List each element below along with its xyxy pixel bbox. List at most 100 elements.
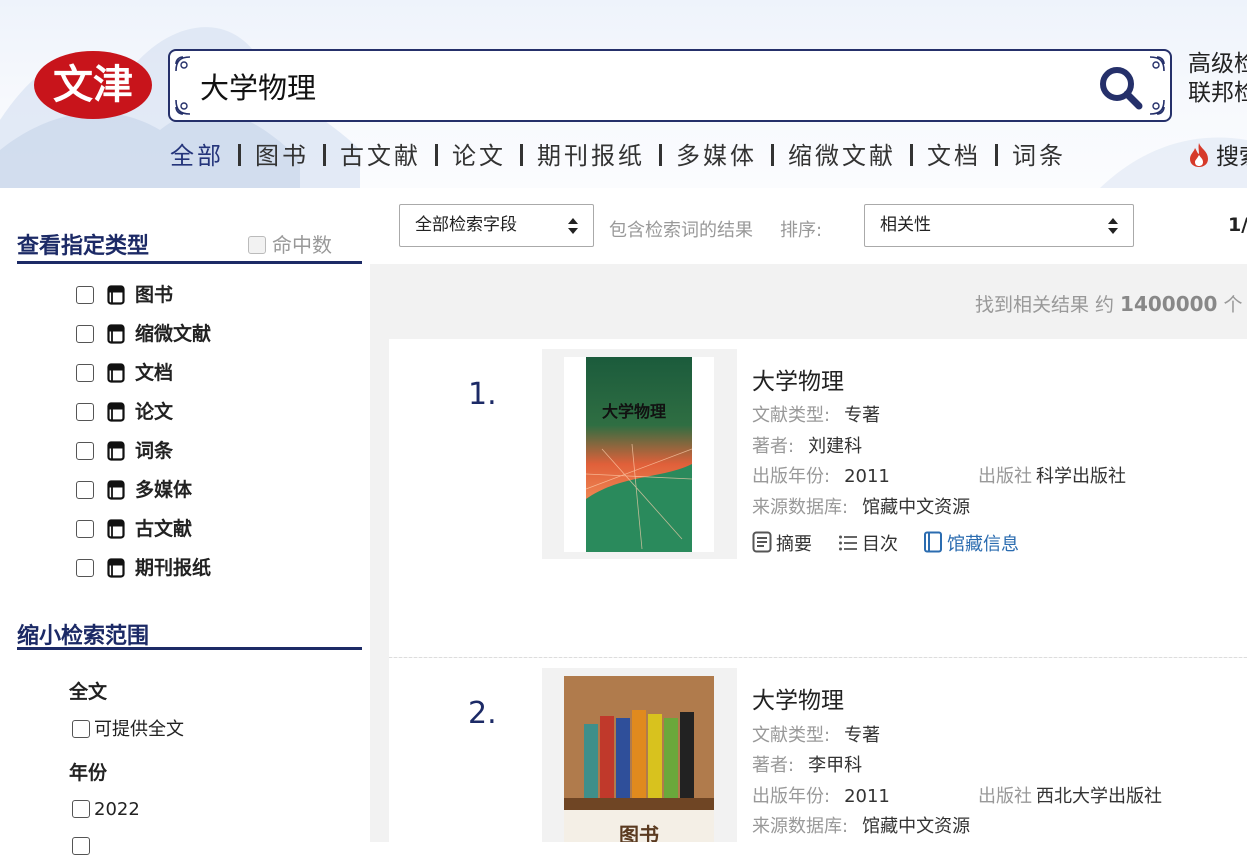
federated-search-link[interactable]: 联邦检 [1188, 79, 1247, 108]
meta-value[interactable]: 刘建科 [808, 436, 862, 457]
tab-separator [910, 144, 913, 166]
result-author: 著者: 刘建科 [752, 432, 862, 458]
advanced-search-link[interactable]: 高级检 [1188, 50, 1247, 79]
year-checkbox[interactable] [72, 837, 90, 855]
page-indicator: 1/ [1228, 214, 1247, 236]
year-filter-next[interactable] [72, 836, 94, 857]
holdings-button[interactable]: 馆藏信息 [923, 530, 1019, 556]
type-filter-title: 查看指定类型 [17, 234, 150, 259]
book-icon [107, 558, 125, 578]
meta-value: 2011 [844, 466, 890, 487]
result-title[interactable]: 大学物理 [752, 681, 844, 715]
result-type: 文献类型: 专著 [752, 401, 880, 427]
year-heading: 年份 [69, 762, 108, 784]
type-filter-label: 词条 [135, 440, 174, 462]
result-publisher: 出版社 西北大学出版社 [978, 782, 1162, 808]
field-select[interactable]: 全部检索字段 [399, 204, 594, 247]
type-filter-documents[interactable]: 文档 [76, 358, 173, 386]
meta-label: 出版社 [978, 786, 1032, 807]
meta-label: 文献类型: [752, 725, 831, 746]
type-filter-ancient-docs[interactable]: 古文献 [76, 514, 192, 542]
hot-search-link[interactable]: 搜索 [1188, 137, 1247, 171]
tab-papers[interactable]: 论文 [452, 136, 506, 171]
tab-multimedia[interactable]: 多媒体 [676, 136, 757, 171]
type-checkbox[interactable] [76, 364, 94, 382]
meta-value: 2011 [844, 786, 890, 807]
fulltext-heading: 全文 [69, 681, 108, 703]
type-checkbox[interactable] [76, 286, 94, 304]
year-filter-2022[interactable]: 2022 [72, 799, 140, 820]
header: 文津 高级检 联邦检 全部图书古文献论文期刊报纸多媒体缩微文献文档词条 搜索 [0, 0, 1247, 188]
hit-count-checkbox[interactable] [248, 236, 266, 254]
holdings-book-icon [924, 531, 942, 553]
type-checkbox[interactable] [76, 559, 94, 577]
site-logo[interactable]: 文津 [33, 50, 153, 120]
year-checkbox[interactable] [72, 800, 90, 818]
tab-ancient-docs[interactable]: 古文献 [340, 136, 421, 171]
abstract-button[interactable]: 摘要 [752, 530, 812, 556]
meta-label: 出版年份: [752, 466, 831, 487]
tab-microfilm[interactable]: 缩微文献 [788, 136, 896, 171]
toc-button[interactable]: 目次 [838, 530, 898, 556]
book-spine [600, 716, 614, 798]
tab-separator [238, 144, 241, 166]
meta-value: 科学出版社 [1036, 466, 1126, 487]
corner-ornament-icon [175, 99, 191, 115]
category-tabs: 全部 图书 古文献 论文 期刊报纸 多媒体 缩微文献 文档 词条 [170, 136, 1066, 170]
fulltext-checkbox[interactable] [72, 720, 90, 738]
list-icon [839, 535, 857, 551]
sort-select[interactable]: 相关性 [864, 204, 1134, 247]
tab-entries[interactable]: 词条 [1012, 136, 1066, 171]
type-filter-microfilm[interactable]: 缩微文献 [76, 319, 211, 347]
tab-books[interactable]: 图书 [255, 136, 309, 171]
meta-value: 专著 [844, 725, 881, 746]
meta-value[interactable]: 李甲科 [808, 755, 862, 776]
select-arrows-icon [1108, 218, 1118, 234]
sort-label: 排序: [780, 220, 823, 241]
year-option-label: 2022 [94, 799, 140, 820]
abstract-label: 摘要 [776, 534, 812, 555]
results-count-suffix: 个 [1223, 294, 1243, 316]
type-filter-books[interactable]: 图书 [76, 280, 173, 308]
corner-ornament-icon [1149, 99, 1165, 115]
book-spine [616, 718, 630, 798]
book-cover[interactable]: 图书 [542, 668, 737, 847]
tab-documents[interactable]: 文档 [927, 136, 981, 171]
result-source: 来源数据库: 馆藏中文资源 [752, 493, 970, 519]
tab-separator [520, 144, 523, 166]
type-checkbox[interactable] [76, 442, 94, 460]
type-checkbox[interactable] [76, 520, 94, 538]
results-count: 找到相关结果 约 1400000 个 [975, 290, 1242, 317]
hit-count-toggle[interactable]: 命中数 [248, 229, 332, 258]
search-input[interactable] [200, 61, 1080, 111]
result-title[interactable]: 大学物理 [752, 362, 844, 396]
book-spine [648, 714, 662, 798]
fire-icon [1190, 143, 1208, 167]
fulltext-filter[interactable]: 可提供全文 [72, 715, 184, 741]
type-checkbox[interactable] [76, 481, 94, 499]
type-filter-papers[interactable]: 论文 [76, 397, 173, 425]
search-button[interactable] [1096, 63, 1146, 111]
book-icon [107, 402, 125, 422]
book-cover[interactable]: 大学物理 [542, 349, 737, 559]
tab-separator [435, 144, 438, 166]
results-count-prefix: 找到相关结果 约 [975, 294, 1115, 316]
search-box [168, 49, 1172, 122]
meta-value: 馆藏中文资源 [862, 497, 971, 518]
meta-label: 文献类型: [752, 405, 831, 426]
type-filter-multimedia[interactable]: 多媒体 [76, 475, 192, 503]
tab-separator [659, 144, 662, 166]
book-spine [680, 712, 694, 798]
tab-periodicals[interactable]: 期刊报纸 [537, 136, 645, 171]
type-filter-label: 多媒体 [135, 479, 193, 501]
tab-all[interactable]: 全部 [170, 136, 224, 171]
fulltext-option-label: 可提供全文 [94, 719, 184, 740]
book-icon [107, 285, 125, 305]
contains-label: 包含检索词的结果 [609, 220, 753, 241]
book-icon [107, 519, 125, 539]
type-checkbox[interactable] [76, 325, 94, 343]
type-checkbox[interactable] [76, 403, 94, 421]
type-filter-periodicals[interactable]: 期刊报纸 [76, 553, 211, 581]
type-filter-entries[interactable]: 词条 [76, 436, 173, 464]
meta-value: 馆藏中文资源 [862, 816, 971, 837]
